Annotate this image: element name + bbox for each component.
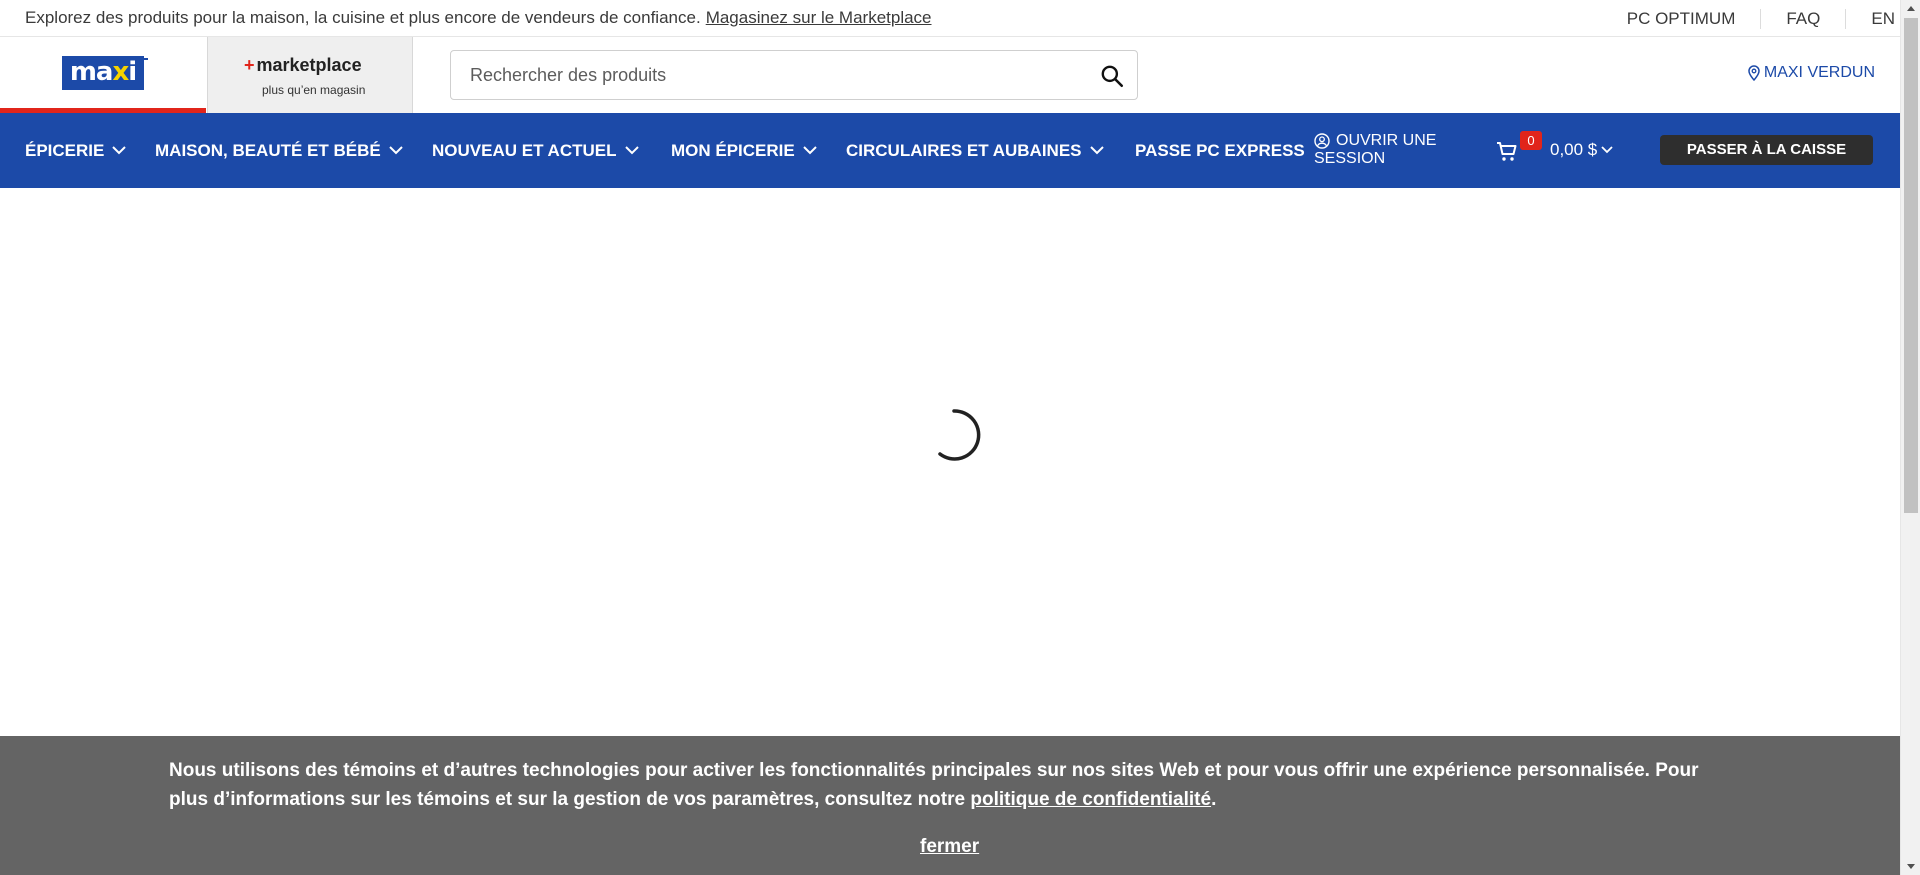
sign-in-label-line2: SESSION <box>1314 150 1386 167</box>
marketplace-promo-link[interactable]: Magasinez sur le Marketplace <box>706 8 932 28</box>
plus-icon: + <box>244 55 255 75</box>
page-scrollbar[interactable] <box>1900 0 1920 875</box>
nav-item-epicerie[interactable]: ÉPICERIE <box>25 113 127 188</box>
marketplace-tab[interactable]: + marketplace plus qu’en magasin <box>207 37 413 113</box>
site-header: maxi +marketplace plus qu’en magasin MAX… <box>0 37 1900 113</box>
location-pin-icon <box>1748 65 1760 81</box>
marketplace-tagline: plus qu’en magasin <box>262 83 366 97</box>
cart-total-dropdown[interactable]: 0,00 $ <box>1550 140 1613 160</box>
nav-item-nouveau-et-actuel[interactable]: NOUVEAU ET ACTUEL <box>432 113 639 188</box>
nav-item-maison-beaute-bebe[interactable]: MAISON, BEAUTÉ ET BÉBÉ <box>155 113 403 188</box>
nav-item-mon-epicerie[interactable]: MON ÉPICERIE <box>671 113 817 188</box>
faq-link[interactable]: FAQ <box>1760 8 1845 29</box>
user-account-icon <box>1314 133 1330 149</box>
scroll-up-arrow-icon[interactable] <box>1901 0 1920 17</box>
nav-item-passe-pc-express[interactable]: PASSE PC EXPRESS <box>1135 113 1305 188</box>
sign-in-label-line1: OUVRIR UNE <box>1336 132 1437 149</box>
search-bar <box>450 50 1138 100</box>
marketplace-logo: + marketplace <box>244 55 362 75</box>
scrollbar-thumb[interactable] <box>1904 18 1918 513</box>
cookie-consent-banner: Nous utilisons des témoins et d’autres t… <box>0 736 1900 875</box>
chevron-down-icon <box>112 146 127 155</box>
chevron-down-icon <box>1601 146 1613 154</box>
checkout-button[interactable]: PASSER À LA CAISSE <box>1660 135 1873 165</box>
main-navigation: ÉPICERIE MAISON, BEAUTÉ ET BÉBÉ NOUVEAU … <box>0 113 1900 188</box>
chevron-down-icon <box>389 146 403 155</box>
search-icon[interactable] <box>1099 63 1125 89</box>
utility-links: PC OPTIMUM FAQ EN <box>1602 0 1920 37</box>
chevron-down-icon <box>803 146 817 155</box>
maxi-logo-tab[interactable]: maxi <box>0 37 206 113</box>
store-selector[interactable]: MAXI VERDUN <box>1748 64 1875 82</box>
cart-total: 0,00 $ <box>1550 140 1598 159</box>
privacy-policy-link[interactable]: politique de confidentialité <box>970 789 1211 810</box>
maxi-logo: maxi <box>61 55 149 90</box>
loading-spinner-icon <box>938 409 981 461</box>
search-input[interactable] <box>451 51 1071 99</box>
chevron-down-icon <box>624 146 639 155</box>
store-name: MAXI VERDUN <box>1763 64 1875 81</box>
cart-icon <box>1497 142 1517 161</box>
cart-count-badge: 0 <box>1520 131 1542 150</box>
scroll-down-arrow-icon[interactable] <box>1901 858 1920 875</box>
nav-item-circulaires-et-aubaines[interactable]: CIRCULAIRES ET AUBAINES <box>846 113 1104 188</box>
cookie-message: Nous utilisons des témoins et d’autres t… <box>169 760 1699 810</box>
chevron-down-icon <box>1089 146 1104 155</box>
promo-text: Explorez des produits pour la maison, la… <box>25 8 701 27</box>
cookie-close-button[interactable]: fermer <box>920 836 979 858</box>
sign-in-link[interactable]: OUVRIR UNE SESSION <box>1314 132 1436 168</box>
pc-optimum-link[interactable]: PC OPTIMUM <box>1602 9 1761 29</box>
